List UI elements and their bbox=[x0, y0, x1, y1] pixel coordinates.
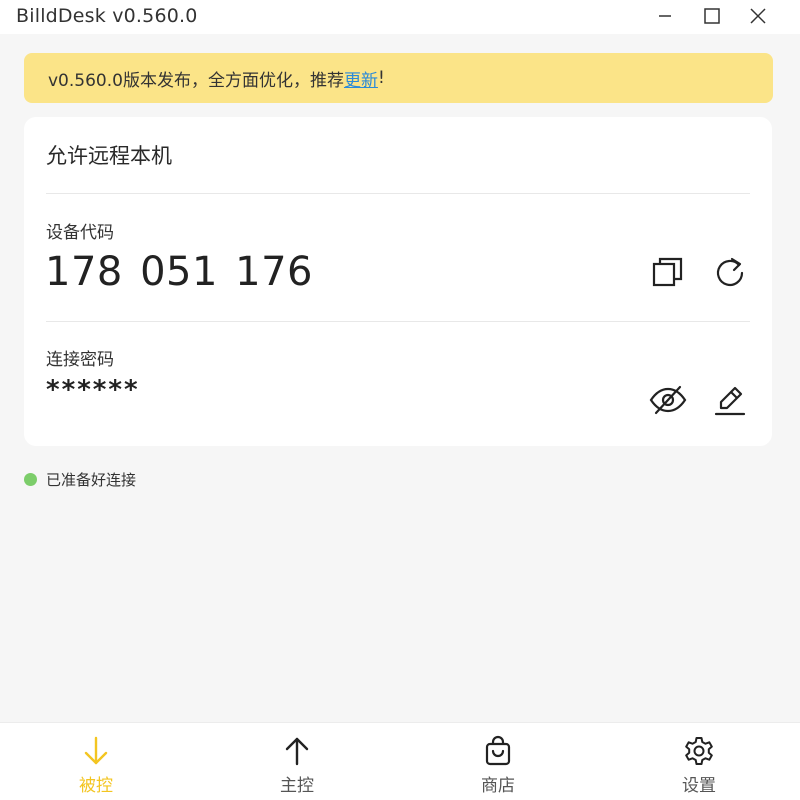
status-dot-icon bbox=[24, 473, 37, 486]
close-button[interactable] bbox=[740, 2, 776, 30]
app-title: BilldDesk v0.560.0 bbox=[16, 5, 198, 27]
banner-suffix: ! bbox=[377, 68, 385, 88]
refresh-button[interactable] bbox=[710, 252, 750, 292]
minimize-button[interactable] bbox=[647, 2, 683, 30]
device-code-label: 设备代码 bbox=[46, 223, 114, 243]
nav-label: 设置 bbox=[682, 776, 716, 796]
maximize-icon bbox=[704, 8, 720, 24]
nav-item-controlled[interactable]: 被控 bbox=[36, 735, 156, 797]
minimize-icon bbox=[659, 15, 671, 17]
arrow-down-icon bbox=[84, 736, 108, 765]
copy-icon bbox=[652, 257, 683, 287]
password-label: 连接密码 bbox=[46, 350, 114, 370]
status-text: 已准备好连接 bbox=[46, 471, 137, 489]
password-value: ****** bbox=[46, 375, 140, 405]
banner-text: v0.560.0版本发布，全方面优化，推荐 bbox=[48, 70, 344, 91]
divider bbox=[46, 193, 750, 194]
title-bar: BilldDesk v0.560.0 bbox=[0, 0, 800, 34]
device-code-value: 178 051 176 bbox=[45, 249, 313, 295]
copy-button[interactable] bbox=[648, 252, 688, 292]
pencil-icon bbox=[714, 386, 746, 416]
bottom-nav: 被控 主控 商店 设置 bbox=[0, 722, 800, 800]
update-banner: v0.560.0版本发布，全方面优化，推荐 更新! bbox=[24, 53, 773, 103]
gear-icon bbox=[685, 737, 713, 765]
edit-password-button[interactable] bbox=[710, 380, 750, 420]
toggle-password-visibility-button[interactable] bbox=[648, 380, 688, 420]
nav-item-store[interactable]: 商店 bbox=[438, 735, 558, 797]
card-title: 允许远程本机 bbox=[46, 144, 172, 168]
nav-label: 商店 bbox=[481, 776, 515, 796]
nav-label: 主控 bbox=[280, 776, 314, 796]
update-link[interactable]: 更新 bbox=[344, 66, 378, 91]
nav-item-settings[interactable]: 设置 bbox=[639, 735, 759, 797]
nav-item-control[interactable]: 主控 bbox=[237, 735, 357, 797]
shopping-bag-icon bbox=[485, 735, 511, 766]
eye-off-icon bbox=[649, 385, 687, 415]
nav-label: 被控 bbox=[79, 776, 113, 796]
close-icon bbox=[750, 8, 766, 24]
connection-status: 已准备好连接 bbox=[24, 469, 136, 490]
maximize-button[interactable] bbox=[694, 2, 730, 30]
remote-access-card: 允许远程本机 设备代码 178 051 176 连接密码 ****** bbox=[24, 117, 772, 446]
refresh-icon bbox=[716, 257, 744, 287]
arrow-up-icon bbox=[285, 737, 309, 766]
divider bbox=[46, 321, 750, 322]
